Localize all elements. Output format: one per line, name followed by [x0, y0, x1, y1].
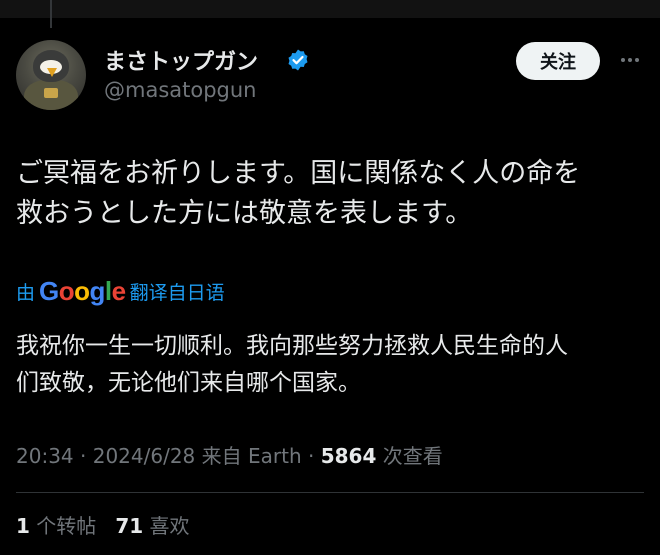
more-dot [628, 58, 632, 62]
more-dot [635, 58, 639, 62]
google-logo-letter: o [74, 275, 90, 306]
thread-connector-line [50, 0, 52, 28]
tweet-text-line: 救おうとした方には敬意を表します。 [16, 198, 473, 229]
likes-count: 71 [115, 514, 144, 538]
follow-button[interactable]: 关注 [516, 42, 600, 80]
tweet-stats: 1 个转帖 71 喜欢 [16, 510, 190, 539]
more-dot [621, 58, 625, 62]
avatar-badge [44, 88, 58, 98]
tweet-text-line: ご冥福をお祈りします。国に関係なく人の命を [16, 158, 581, 189]
google-logo-letter: l [104, 275, 112, 306]
avatar-beak [47, 68, 57, 77]
tweet-meta: 20:34 · 2024/6/28 来自 Earth · 5864 次查看 [16, 440, 443, 469]
translated-text-line: 们致敬，无论他们来自哪个国家。 [16, 370, 361, 396]
meta-separator: · [301, 444, 321, 468]
tweet-time[interactable]: 20:34 [16, 444, 74, 468]
verified-badge-icon [288, 49, 308, 71]
author-display-name[interactable]: まさトップガン [104, 44, 258, 76]
tweet-source: 来自 Earth [195, 444, 302, 468]
meta-separator: · [73, 444, 93, 468]
translation-by-label: 由 [16, 281, 36, 304]
google-logo-letter: g [89, 275, 106, 306]
more-horizontal-icon[interactable] [612, 48, 648, 72]
divider [16, 492, 644, 493]
avatar[interactable] [16, 40, 86, 110]
google-logo: Google [39, 276, 126, 307]
likes-stat[interactable]: 71 喜欢 [115, 514, 189, 538]
views-label: 次查看 [376, 444, 443, 468]
google-logo-letter: G [39, 275, 59, 306]
likes-label: 喜欢 [143, 514, 190, 538]
translated-text: 我祝你一生一切顺利。我向那些努力拯救人民生命的人 们致敬，无论他们来自哪个国家。 [16, 328, 646, 402]
translation-attribution[interactable]: 由 Google 翻译自日语 [16, 276, 225, 306]
retweets-stat[interactable]: 1 个转帖 [16, 514, 96, 538]
translation-from-label: 翻译自日语 [129, 281, 225, 304]
retweets-count: 1 [16, 514, 30, 538]
tweet-text: ご冥福をお祈りします。国に関係なく人の命を 救おうとした方には敬意を表します。 [16, 154, 646, 234]
views-count: 5864 [320, 444, 377, 468]
google-logo-letter: e [111, 275, 126, 306]
translated-text-line: 我祝你一生一切顺利。我向那些努力拯救人民生命的人 [16, 333, 568, 359]
retweets-label: 个转帖 [36, 514, 97, 538]
tweet-date[interactable]: 2024/6/28 [93, 444, 196, 468]
top-bar [0, 0, 660, 18]
google-logo-letter: o [58, 275, 75, 306]
author-handle[interactable]: @masatopgun [104, 78, 257, 102]
